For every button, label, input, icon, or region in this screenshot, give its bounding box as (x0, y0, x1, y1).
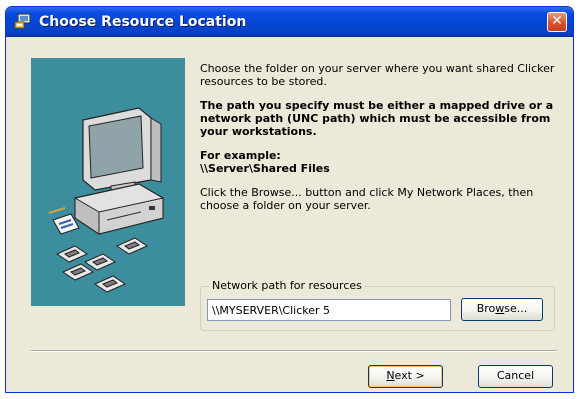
title-bar[interactable]: Choose Resource Location ✕ (6, 7, 573, 37)
network-path-input[interactable] (207, 299, 451, 321)
path-requirement-text: The path you specify must be either a ma… (200, 99, 554, 138)
browse-instructions: Click the Browse... button and click My … (200, 186, 534, 212)
example-heading: For example: (200, 149, 281, 162)
close-icon: ✕ (551, 13, 563, 29)
cancel-button[interactable]: Cancel (478, 365, 553, 388)
network-path-group-label: Network path for resources (209, 279, 365, 292)
instructions-text: Choose the folder on your server where y… (200, 62, 555, 223)
window-title: Choose Resource Location (39, 14, 247, 30)
browse-label-accel: w (495, 302, 505, 315)
intro-text: Choose the folder on your server where y… (200, 62, 555, 88)
browse-label-post: se... (504, 302, 528, 315)
browse-button[interactable]: Browse... (461, 298, 543, 321)
dialog-window: Choose Resource Location ✕ Choose the fo… (5, 6, 574, 393)
footer-separator (31, 350, 557, 352)
wizard-side-panel (31, 58, 185, 306)
next-button[interactable]: Next > (368, 365, 443, 388)
network-path-group: Network path for resources Browse... (200, 279, 555, 331)
example-path: \\Server\Shared Files (200, 162, 330, 175)
close-button[interactable]: ✕ (547, 12, 567, 32)
next-label-accel: N (386, 369, 395, 382)
floppy-disk-icon (55, 237, 149, 293)
browse-label-pre: Bro (476, 302, 496, 315)
next-label-post: ext > (394, 369, 425, 382)
installer-app-icon (14, 13, 31, 29)
